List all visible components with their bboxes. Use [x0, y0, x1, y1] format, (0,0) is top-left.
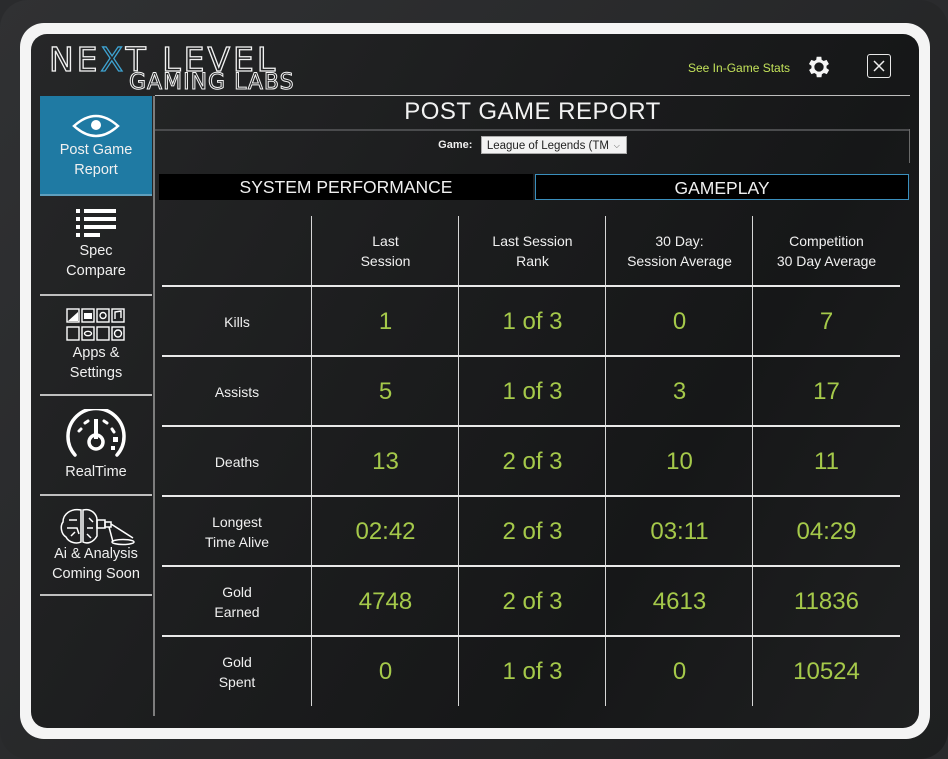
- row-label-line: Spent: [218, 674, 256, 690]
- sidebar-label-line: Spec: [79, 243, 113, 259]
- table-cell: 11836: [794, 588, 859, 615]
- row-label-line: Time Alive: [204, 534, 270, 550]
- sidebar-item-ai-analysis[interactable]: Ai & Analysis Coming Soon: [40, 496, 152, 596]
- column-header-last-session: Last Session: [312, 216, 459, 286]
- speedometer-icon: [66, 409, 126, 457]
- logo-text-x: X: [100, 39, 126, 79]
- logo-text-ne: NE: [48, 39, 101, 79]
- sidebar-label-line: Compare: [66, 263, 126, 279]
- table-cell: 03:11: [650, 518, 709, 545]
- row-label-line: Longest: [212, 514, 262, 530]
- column-header-line: Last Session: [492, 233, 573, 249]
- column-header-line: 30 Day:: [655, 233, 704, 249]
- table-cell: 5: [378, 378, 393, 405]
- sidebar: Post Game Report Spec Compare Apps & Set…: [40, 96, 152, 596]
- eye-icon: [72, 114, 120, 138]
- logo: NEXT LEVEL GAMING LABS: [48, 39, 309, 96]
- game-selector-row: Game: League of Legends (TM ⌵: [155, 136, 910, 154]
- column-header-line: 30 Day Average: [776, 253, 877, 269]
- sidebar-label-line: Ai & Analysis: [54, 546, 138, 562]
- page-title: POST GAME REPORT: [404, 98, 661, 125]
- see-in-game-stats-link[interactable]: See In-Game Stats: [688, 61, 790, 75]
- sidebar-item-apps-settings[interactable]: Apps & Settings: [40, 296, 152, 396]
- row-label: Gold Earned: [162, 567, 312, 637]
- row-label-line: Earned: [214, 604, 260, 620]
- sidebar-divider: [153, 96, 155, 716]
- column-header-line: Rank: [516, 253, 549, 269]
- table-cell: 13: [372, 448, 399, 475]
- game-label: Game:: [438, 139, 473, 151]
- table-cell: 2 of 3: [502, 518, 563, 545]
- sidebar-label-line: Settings: [69, 365, 123, 381]
- column-header-line: Last: [372, 233, 399, 249]
- game-select-value: League of Legends (TM: [486, 140, 609, 152]
- table-cell: 7: [819, 308, 834, 335]
- table-cell: 4613: [652, 588, 707, 615]
- row-label-line: Gold: [222, 654, 252, 670]
- table-cell: 04:29: [796, 518, 857, 545]
- sidebar-item-post-game-report[interactable]: Post Game Report: [40, 96, 152, 196]
- report-tabs: SYSTEM PERFORMANCE GAMEPLAY: [159, 174, 909, 200]
- column-header-line: Session Average: [627, 253, 732, 269]
- sidebar-label-line: Apps &: [72, 345, 120, 361]
- column-header-30-day-average: 30 Day: Session Average: [606, 216, 753, 286]
- close-button[interactable]: [867, 54, 891, 78]
- table-cell: 1: [378, 308, 393, 335]
- sidebar-label-line: Post Game: [59, 142, 133, 158]
- table-cell: 11: [814, 448, 839, 475]
- table-cell: 3: [672, 378, 687, 405]
- chevron-down-icon: ⌵: [613, 141, 620, 150]
- table-cell: 2 of 3: [502, 588, 563, 615]
- header-divider: [155, 95, 910, 96]
- table-cell: 02:42: [355, 518, 416, 545]
- table-cell: 4748: [358, 588, 413, 615]
- row-label-line: Deaths: [214, 454, 260, 470]
- table-cell: 0: [672, 658, 687, 685]
- table-cell: 2 of 3: [502, 448, 563, 475]
- table-cell: 0: [378, 658, 393, 685]
- table-cell: 17: [813, 378, 840, 405]
- app-window: NEXT LEVEL GAMING LABS See In-Game Stats…: [31, 34, 919, 728]
- sidebar-item-realtime[interactable]: RealTime: [40, 396, 152, 496]
- row-label: Deaths: [162, 427, 312, 497]
- row-label-line: Kills: [224, 314, 250, 330]
- game-select[interactable]: League of Legends (TM ⌵: [480, 136, 627, 154]
- list-icon: [76, 209, 116, 237]
- row-label-line: Assists: [214, 384, 260, 400]
- sidebar-label-line: RealTime: [65, 464, 127, 480]
- column-header-competition-average: Competition 30 Day Average: [753, 216, 900, 286]
- tab-gameplay[interactable]: GAMEPLAY: [535, 174, 909, 200]
- column-header-line: Session: [360, 253, 411, 269]
- row-label: Longest Time Alive: [162, 497, 312, 567]
- table-cell: 10524: [793, 658, 860, 685]
- close-icon: [873, 60, 885, 72]
- column-header-line: Competition: [789, 233, 864, 249]
- gear-icon[interactable]: [805, 53, 833, 81]
- logo-line2: GAMING LABS: [129, 70, 295, 96]
- table-cell: 1 of 3: [502, 658, 563, 685]
- table-cell: 10: [666, 448, 693, 475]
- brain-projector-icon: [60, 508, 135, 546]
- column-header-last-session-rank: Last Session Rank: [459, 216, 606, 286]
- table-cell: 0: [672, 308, 687, 335]
- row-label-line: Gold: [222, 584, 252, 600]
- row-label: Assists: [162, 357, 312, 427]
- table-cell: 1 of 3: [502, 308, 563, 335]
- title-divider: [155, 129, 910, 131]
- apps-grid-icon: [66, 308, 125, 341]
- sidebar-label-line: Coming Soon: [52, 566, 140, 582]
- sidebar-item-spec-compare[interactable]: Spec Compare: [40, 196, 152, 296]
- tab-system-performance[interactable]: SYSTEM PERFORMANCE: [159, 174, 533, 200]
- table-cell: 1 of 3: [502, 378, 563, 405]
- sidebar-label-line: Report: [74, 162, 118, 178]
- row-label: Gold Spent: [162, 637, 312, 707]
- row-label: Kills: [162, 287, 312, 357]
